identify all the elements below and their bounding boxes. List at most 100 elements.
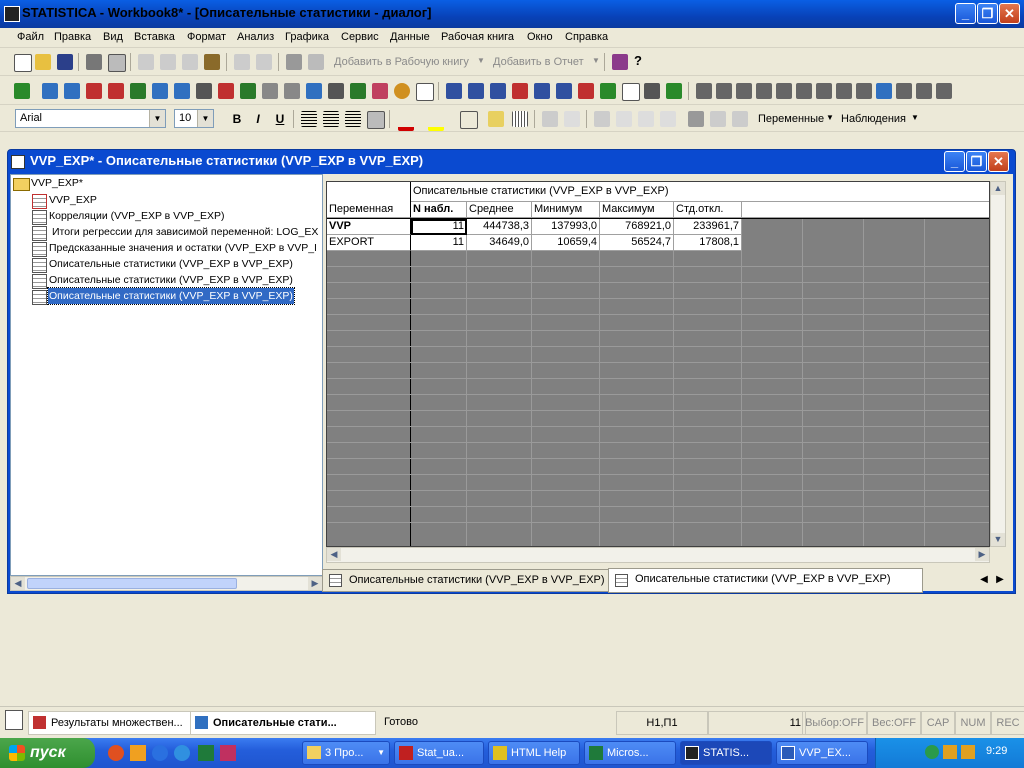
menu-file[interactable]: Файл	[17, 31, 44, 43]
tray-icon[interactable]	[961, 745, 975, 759]
font-color-icon[interactable]	[398, 111, 414, 131]
scroll-right-icon[interactable]: ▶	[975, 548, 989, 561]
add-to-report-dropdown-icon[interactable]: ▼	[592, 56, 600, 65]
tree-item[interactable]: Описательные статистики (VVP_EXP в VVP_E…	[49, 256, 293, 272]
3d-sequential-icon[interactable]	[556, 83, 572, 99]
minimize-button[interactable]: _	[955, 3, 976, 24]
books-icon[interactable]	[612, 54, 628, 70]
bold-button[interactable]: B	[228, 110, 246, 128]
undo-icon[interactable]	[234, 54, 250, 70]
row-header[interactable]: VVP	[327, 219, 411, 235]
tree-item[interactable]: Предсказанные значения и остатки (VVP_EX…	[49, 240, 317, 256]
column-header[interactable]: Максимум	[600, 202, 674, 218]
tree-item-selected[interactable]: Описательные статистики (VVP_EXP в VVP_E…	[47, 287, 295, 305]
variables-dropdown-icon[interactable]: ▼	[826, 113, 834, 122]
table-cell[interactable]: 11	[411, 235, 467, 251]
align-center-icon[interactable]	[323, 111, 339, 127]
task-statistica[interactable]: STATIS...	[680, 741, 772, 765]
tab-scroll-right-icon[interactable]: ▶	[993, 571, 1007, 588]
scroll-down-icon[interactable]: ▼	[991, 533, 1005, 546]
context-help-icon[interactable]: ?	[634, 53, 642, 68]
statistica-small-icon[interactable]	[5, 710, 23, 730]
cell-format-icon[interactable]	[367, 111, 385, 129]
copy-icon[interactable]	[160, 54, 176, 70]
font-size-select[interactable]: 10 ▼	[174, 109, 214, 128]
format-painter-icon[interactable]	[204, 54, 220, 70]
histogram-icon[interactable]	[42, 83, 58, 99]
categorized-means-icon[interactable]	[736, 83, 752, 99]
sheet-tab[interactable]: Описательные статистики (VVP_EXP в VVP_E…	[322, 569, 634, 592]
case-names-icon[interactable]	[660, 111, 676, 127]
3d-blank-icon[interactable]	[622, 83, 640, 101]
table-cell[interactable]: 444738,3	[467, 219, 532, 235]
all-specs-icon[interactable]	[616, 111, 632, 127]
browser-icon[interactable]	[108, 745, 124, 761]
add-to-report-button[interactable]: Добавить в Отчет	[493, 56, 584, 68]
table-cell[interactable]: 17808,1	[674, 235, 742, 251]
3d-surface-icon[interactable]	[468, 83, 484, 99]
tree-horizontal-scrollbar[interactable]: ◀ ▶	[10, 576, 323, 591]
workbook-tree[interactable]: VVP_EXP* VVP_EXP Корреляции (VVP_EXP в V…	[10, 174, 323, 576]
categorized-normal-icon[interactable]	[796, 83, 812, 99]
table-cell[interactable]: 10659,4	[532, 235, 600, 251]
range-plot-icon[interactable]	[284, 83, 300, 99]
tree-item[interactable]: Итоги регрессии для зависимой переменной…	[52, 224, 318, 240]
font-name-select[interactable]: Arial ▼	[15, 109, 166, 128]
align-left-icon[interactable]	[301, 111, 317, 127]
sheet-tab-active[interactable]: Описательные статистики (VVP_EXP в VVP_E…	[608, 568, 923, 593]
categorized-qq-icon[interactable]	[816, 83, 832, 99]
chevron-down-icon[interactable]: ▼	[149, 110, 165, 127]
table-cell[interactable]: 137993,0	[532, 219, 600, 235]
excel-icon[interactable]	[198, 745, 214, 761]
column-header[interactable]: Стд.откл.	[674, 202, 742, 218]
add-to-workbook-button[interactable]: Добавить в Рабочую книгу	[334, 56, 469, 68]
chevron-down-icon[interactable]: ▼	[197, 110, 213, 127]
categorized-line-icon[interactable]	[836, 83, 852, 99]
menu-view[interactable]: Вид	[103, 31, 123, 43]
workbook-close-button[interactable]: ✕	[988, 151, 1009, 172]
categorized-box-icon[interactable]	[756, 83, 772, 99]
sort-icon[interactable]	[688, 111, 704, 127]
normal-plot-icon[interactable]	[152, 83, 168, 99]
menu-data[interactable]: Данные	[390, 31, 430, 43]
tree-item[interactable]: Корреляции (VVP_EXP в VVP_EXP)	[49, 208, 225, 224]
task-results-button[interactable]: Результаты множествен...	[28, 711, 212, 735]
workbook-restore-button[interactable]: ❐	[966, 151, 987, 172]
3d-histogram-icon[interactable]	[578, 83, 594, 99]
tree-item[interactable]: VVP_EXP	[49, 192, 97, 208]
cut-icon[interactable]	[138, 54, 154, 70]
fill-color-icon[interactable]	[428, 111, 444, 131]
add-to-workbook-dropdown-icon[interactable]: ▼	[477, 56, 485, 65]
row-header[interactable]: EXPORT	[327, 235, 411, 251]
probability-plot-icon[interactable]	[130, 83, 146, 99]
observations-menu-button[interactable]: Наблюдения	[841, 113, 906, 125]
results-spreadsheet[interactable]: Переменная Описательные статистики (VVP_…	[326, 181, 990, 547]
categorized-probability-icon[interactable]	[776, 83, 792, 99]
categorized-histogram-icon[interactable]	[696, 83, 712, 99]
menu-graphics[interactable]: Графика	[285, 31, 329, 43]
menu-service[interactable]: Сервис	[341, 31, 379, 43]
tray-icon[interactable]	[925, 745, 939, 759]
column-header[interactable]: Минимум	[532, 202, 600, 218]
underline-button[interactable]: U	[271, 110, 289, 128]
icon-plot-2-icon[interactable]	[666, 83, 682, 99]
increase-decimal-icon[interactable]	[542, 111, 558, 127]
scatterplot-icon[interactable]	[64, 83, 80, 99]
menu-insert[interactable]: Вставка	[134, 31, 175, 43]
observations-dropdown-icon[interactable]: ▼	[911, 113, 919, 122]
paste-icon[interactable]	[182, 54, 198, 70]
tree-item[interactable]: Описательные статистики (VVP_EXP в VVP_E…	[49, 272, 293, 288]
italic-button[interactable]: I	[249, 110, 267, 128]
tree-scroll-thumb[interactable]	[27, 578, 237, 589]
open-folder-icon[interactable]	[35, 54, 51, 70]
categorized-ternary-icon[interactable]	[896, 83, 912, 99]
3d-scatter-icon[interactable]	[446, 83, 462, 99]
column-header[interactable]: Среднее	[467, 202, 532, 218]
scroll-left-icon[interactable]: ◀	[11, 577, 25, 590]
tree-root[interactable]: VVP_EXP*	[31, 175, 83, 191]
text-labels-icon[interactable]	[638, 111, 654, 127]
line-plot-icon[interactable]	[240, 83, 256, 99]
back-arrow-icon[interactable]	[14, 83, 30, 99]
categorized-matrix-icon[interactable]	[936, 83, 952, 99]
formula-icon[interactable]	[710, 111, 726, 127]
